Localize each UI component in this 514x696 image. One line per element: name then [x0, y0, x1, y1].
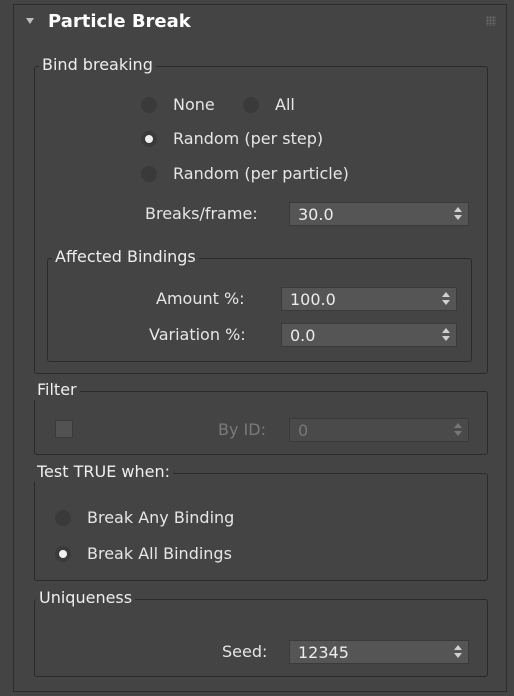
amount-label: Amount %: [156, 289, 245, 308]
bind-breaking-label: Bind breaking [39, 55, 156, 75]
seed-label: Seed: [222, 642, 268, 661]
seed-value[interactable]: 12345 [298, 643, 349, 663]
test-true-label: Test TRUE when: [34, 462, 173, 482]
radio-random-per-step-label[interactable]: Random (per step) [173, 129, 323, 149]
affected-bindings-group: Affected Bindings Amount %: 100.0 Variat… [47, 247, 472, 362]
by-id-label: By ID: [218, 420, 266, 439]
spinner-arrows-icon[interactable] [442, 328, 450, 342]
radio-break-any[interactable] [55, 510, 71, 526]
radio-none[interactable] [141, 97, 157, 113]
collapse-arrow-icon[interactable] [26, 18, 34, 24]
bind-breaking-group: Bind breaking None All Random (per step)… [34, 55, 488, 374]
rollout-title-bar[interactable]: Particle Break [14, 5, 506, 41]
filter-label: Filter [34, 380, 80, 400]
variation-spinner[interactable]: 0.0 [281, 323, 457, 347]
rollout-title: Particle Break [48, 11, 191, 32]
spinner-arrows-icon[interactable] [454, 423, 462, 437]
seed-spinner[interactable]: 12345 [289, 640, 469, 664]
breaks-per-frame-value[interactable]: 30.0 [298, 205, 334, 225]
uniqueness-label: Uniqueness [36, 588, 136, 608]
particle-break-rollout: Particle Break Bind breaking None All Ra… [13, 4, 507, 692]
by-id-value[interactable]: 0 [298, 421, 308, 441]
filter-enable-checkbox[interactable] [55, 420, 73, 438]
by-id-spinner[interactable]: 0 [289, 418, 469, 442]
spinner-arrows-icon[interactable] [454, 207, 462, 221]
variation-label: Variation %: [149, 325, 246, 344]
radio-break-any-label[interactable]: Break Any Binding [87, 508, 234, 528]
filter-group: Filter By ID: 0 [34, 380, 488, 455]
test-true-group: Test TRUE when: Break Any Binding Break … [34, 462, 488, 581]
radio-random-per-particle-label[interactable]: Random (per particle) [173, 164, 349, 184]
spinner-arrows-icon[interactable] [442, 292, 450, 306]
radio-break-all-label[interactable]: Break All Bindings [87, 544, 232, 564]
radio-random-per-step[interactable] [141, 131, 157, 147]
affected-bindings-label: Affected Bindings [52, 247, 199, 267]
radio-random-per-particle[interactable] [141, 166, 157, 182]
radio-all-label[interactable]: All [275, 95, 295, 115]
radio-break-all[interactable] [55, 546, 71, 562]
amount-value[interactable]: 100.0 [290, 290, 336, 310]
spinner-arrows-icon[interactable] [454, 645, 462, 659]
amount-spinner[interactable]: 100.0 [281, 287, 457, 311]
breaks-per-frame-label: Breaks/frame: [145, 204, 258, 223]
radio-none-label[interactable]: None [173, 95, 215, 115]
uniqueness-group: Uniqueness Seed: 12345 [34, 588, 488, 677]
drag-grip-icon[interactable] [486, 16, 496, 26]
variation-value[interactable]: 0.0 [290, 326, 315, 346]
radio-all[interactable] [243, 97, 259, 113]
breaks-per-frame-spinner[interactable]: 30.0 [289, 202, 469, 226]
